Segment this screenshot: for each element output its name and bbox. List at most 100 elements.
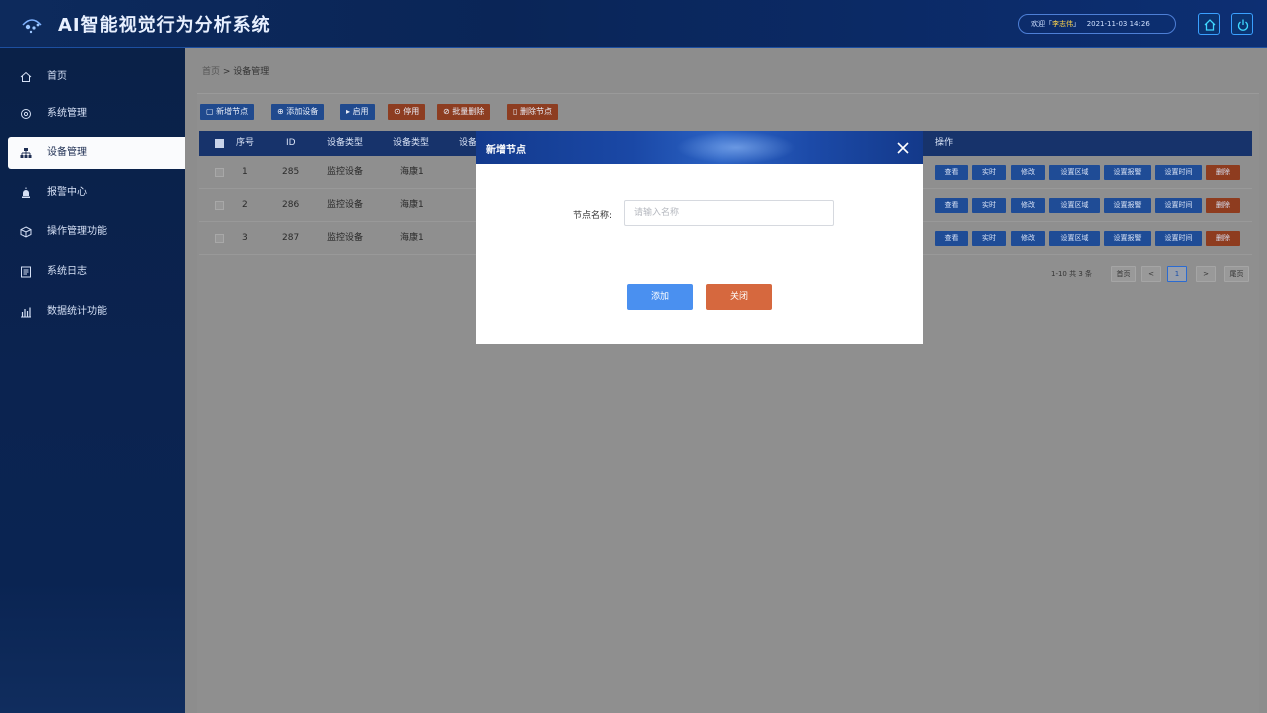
prev-page-button[interactable]: < [1141, 266, 1161, 282]
disable-button[interactable]: ⊙ 停用 [388, 104, 426, 120]
col-index: 序号 [236, 138, 255, 148]
delete-node-button[interactable]: ▯ 删除节点 [507, 104, 558, 120]
set-alarm-button[interactable]: 设置报警 [1104, 165, 1151, 180]
realtime-button[interactable]: 实时 [972, 198, 1006, 213]
breadcrumb: 首页 > 设备管理 [202, 64, 269, 77]
sidebar-item-alarm[interactable]: 报警中心 [0, 177, 185, 209]
set-area-button[interactable]: 设置区域 [1049, 231, 1100, 246]
delete-circle-icon: ⊘ [443, 107, 453, 116]
row-id: 285 [282, 167, 300, 177]
edit-button[interactable]: 修改 [1011, 198, 1045, 213]
add-device-button[interactable]: ⊕ 添加设备 [271, 104, 325, 120]
sidebar-item-label: 操作管理功能 [47, 226, 107, 237]
plus-circle-icon: ⊕ [277, 107, 287, 116]
sidebar-item-home[interactable]: 首页 [0, 61, 185, 93]
row-id: 286 [282, 200, 300, 210]
row-brand: 海康1 [400, 200, 424, 210]
welcome-badge: 欢迎「李志伟」 2021-11-03 14:26 [1018, 14, 1176, 34]
breadcrumb-home[interactable]: 首页 [202, 67, 220, 77]
col-device: 设备 [459, 138, 478, 148]
enable-button[interactable]: ▸ 启用 [340, 104, 375, 120]
set-area-button[interactable]: 设置区域 [1049, 198, 1100, 213]
first-page-button[interactable]: 首页 [1111, 266, 1136, 282]
delete-button[interactable]: 删除 [1206, 231, 1240, 246]
add-button[interactable]: 添加 [627, 284, 693, 310]
row-index: 3 [242, 233, 248, 243]
realtime-button[interactable]: 实时 [972, 165, 1006, 180]
row-checkbox[interactable] [215, 234, 224, 243]
set-alarm-button[interactable]: 设置报警 [1104, 231, 1151, 246]
top-header: AI智能视觉行为分析系统 欢迎「李志伟」 2021-11-03 14:26 [0, 0, 1267, 48]
node-name-label: 节点名称: [573, 211, 613, 221]
alarm-icon [22, 187, 30, 198]
sidebar-item-label: 数据统计功能 [47, 306, 107, 317]
last-page-button[interactable]: 尾页 [1224, 266, 1249, 282]
add-node-dialog: 新增节点 节点名称: 添加 关闭 [476, 131, 923, 344]
row-brand: 海康1 [400, 167, 424, 177]
pagination-summary: 1-10 共 3 条 [1051, 270, 1093, 278]
power-icon [1237, 19, 1249, 31]
sidebar-item-label: 系统日志 [47, 266, 87, 277]
view-button[interactable]: 查看 [935, 165, 968, 180]
home-icon [1204, 19, 1216, 31]
add-node-button-label: 新增节点 [216, 107, 249, 116]
row-index: 2 [242, 200, 248, 210]
set-area-button[interactable]: 设置区域 [1049, 165, 1100, 180]
edit-button[interactable]: 修改 [1011, 165, 1045, 180]
user-name[interactable]: 李志伟 [1052, 20, 1073, 28]
sidebar-item-label: 系统管理 [47, 108, 87, 119]
cube-icon [20, 226, 32, 238]
row-index: 1 [242, 167, 248, 177]
batch-delete-button-label: 批量删除 [452, 107, 485, 116]
row-brand: 海康1 [400, 233, 424, 243]
header-glow [676, 131, 796, 164]
sidebar-item-label: 首页 [47, 71, 67, 82]
view-button[interactable]: 查看 [935, 198, 968, 213]
datetime: 2021-11-03 14:26 [1086, 20, 1150, 28]
sidebar-item-label: 设备管理 [47, 147, 87, 158]
close-icon[interactable] [895, 140, 911, 156]
sidebar-item-label: 报警中心 [47, 187, 87, 198]
col-device-type-2: 设备类型 [393, 138, 430, 148]
page-number-current[interactable]: 1 [1167, 266, 1187, 282]
view-button[interactable]: 查看 [935, 231, 968, 246]
sidebar-item-system[interactable]: 系统管理 [0, 98, 185, 130]
delete-button[interactable]: 删除 [1206, 165, 1240, 180]
set-time-button[interactable]: 设置时间 [1155, 165, 1202, 180]
batch-delete-button[interactable]: ⊘ 批量删除 [437, 104, 491, 120]
dialog-header: 新增节点 [476, 131, 923, 164]
sidebar-item-statistics[interactable]: 数据统计功能 [0, 296, 185, 328]
next-page-button[interactable]: > [1196, 266, 1216, 282]
breadcrumb-current: 设备管理 [233, 67, 270, 77]
close-button[interactable]: 关闭 [706, 284, 772, 310]
row-checkbox[interactable] [215, 168, 224, 177]
row-type: 监控设备 [327, 167, 364, 177]
welcome-prefix: 欢迎「 [1031, 20, 1052, 28]
set-alarm-button[interactable]: 设置报警 [1104, 198, 1151, 213]
delete-button[interactable]: 删除 [1206, 198, 1240, 213]
node-icon: ▢ [206, 107, 217, 116]
logout-button[interactable] [1231, 13, 1253, 35]
welcome-suffix: 」 [1073, 20, 1080, 28]
select-all-checkbox[interactable] [215, 139, 224, 148]
add-device-button-label: 添加设备 [286, 107, 319, 116]
trash-icon: ▯ [513, 107, 520, 116]
edit-button[interactable]: 修改 [1011, 231, 1045, 246]
home-button[interactable] [1198, 13, 1220, 35]
set-time-button[interactable]: 设置时间 [1155, 198, 1202, 213]
disable-button-label: 停用 [403, 107, 420, 116]
sidebar: 首页 系统管理 设备管理 报警中心 操作管理功能 系统日志 数据统计功能 [0, 48, 185, 713]
add-node-button[interactable]: ▢ 新增节点 [200, 104, 255, 120]
sidebar-item-operations[interactable]: 操作管理功能 [0, 216, 185, 248]
sidebar-item-logs[interactable]: 系统日志 [0, 256, 185, 288]
row-checkbox[interactable] [215, 201, 224, 210]
log-icon [21, 266, 31, 278]
realtime-button[interactable]: 实时 [972, 231, 1006, 246]
app-title: AI智能视觉行为分析系统 [58, 15, 271, 36]
row-type: 监控设备 [327, 233, 364, 243]
chart-icon [21, 307, 31, 318]
node-name-input[interactable] [624, 200, 834, 226]
set-time-button[interactable]: 设置时间 [1155, 231, 1202, 246]
sidebar-item-devices[interactable]: 设备管理 [8, 137, 185, 169]
breadcrumb-sep: > [220, 67, 234, 77]
